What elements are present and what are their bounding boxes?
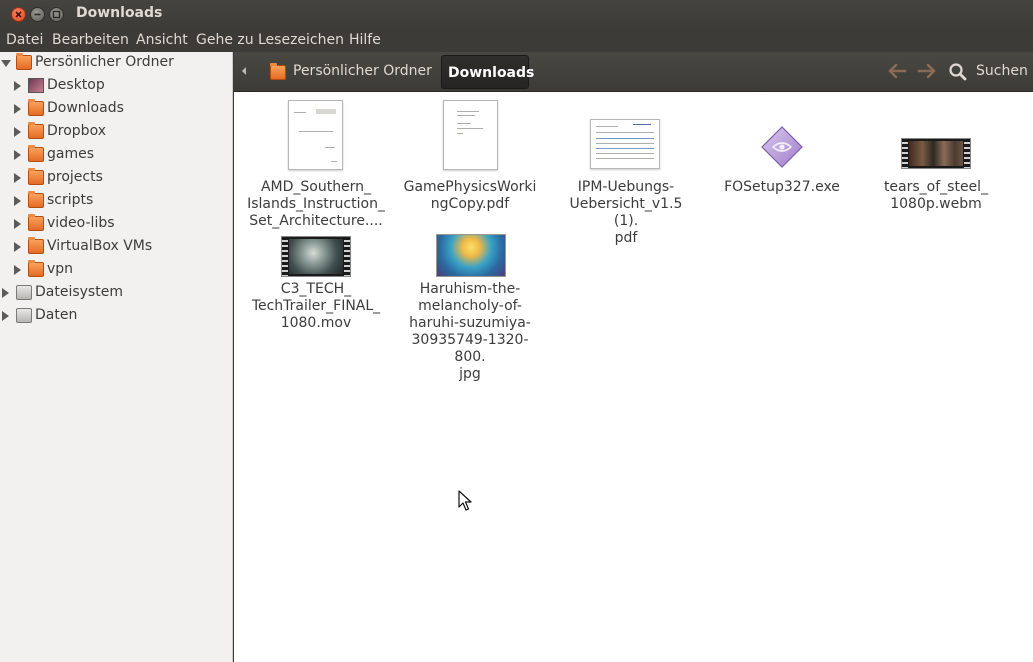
- video-thumbnail-icon: [281, 236, 351, 277]
- path-scroll-left-icon[interactable]: [242, 67, 246, 75]
- maximize-icon: [52, 10, 61, 19]
- folder-icon: [28, 122, 44, 139]
- sidebar-item-virtualbox-vms[interactable]: VirtualBox VMs: [0, 236, 232, 259]
- folder-icon: [28, 168, 44, 185]
- file-name: AMD_Southern_ Islands_Instruction_ Set_A…: [247, 179, 385, 229]
- file-name: IPM-Uebungs- Uebersicht_v1.5 (1). pdf: [569, 179, 683, 246]
- pdf-thumbnail-icon: [590, 119, 660, 169]
- home-folder-icon: [16, 53, 32, 70]
- file-name: GamePhysicsWorki ngCopy.pdf: [403, 179, 537, 212]
- drive-icon: [16, 285, 32, 300]
- sidebar-item-projects[interactable]: projects: [0, 167, 232, 190]
- breadcrumb-home-label: Persönlicher Ordner: [293, 63, 432, 79]
- sidebar-item-label: Dropbox: [47, 123, 106, 139]
- menu-lesezeichen[interactable]: Lesezeichen: [258, 32, 344, 48]
- sidebar-item-home[interactable]: Persönlicher Ordner: [0, 52, 232, 75]
- file-item[interactable]: tears_of_steel_ 1080p.webm: [866, 100, 1006, 212]
- sidebar-item-downloads[interactable]: Downloads: [0, 98, 232, 121]
- file-item[interactable]: IPM-Uebungs- Uebersicht_v1.5 (1). pdf: [556, 100, 696, 246]
- path-toolbar: Persönlicher Ordner Downloads Suchen: [234, 52, 1033, 92]
- menu-ansicht[interactable]: Ansicht: [136, 32, 188, 48]
- sidebar-item-dropbox[interactable]: Dropbox: [0, 121, 232, 144]
- file-item[interactable]: GamePhysicsWorki ngCopy.pdf: [400, 100, 540, 220]
- menu-datei[interactable]: Datei: [6, 32, 43, 48]
- executable-icon: [761, 126, 803, 168]
- video-thumbnail-icon: [901, 138, 971, 169]
- back-arrow-icon[interactable]: [886, 61, 908, 81]
- title-bar: Downloads: [0, 0, 1033, 29]
- expander-right-icon[interactable]: [2, 311, 9, 321]
- forward-arrow-icon[interactable]: [916, 61, 938, 81]
- expander-right-icon[interactable]: [14, 127, 21, 137]
- file-item[interactable]: Haruhism-the- melancholy-of- haruhi-suzu…: [400, 234, 540, 382]
- sidebar-item-scripts[interactable]: scripts: [0, 190, 232, 213]
- sidebar-item-label: Dateisystem: [35, 284, 123, 300]
- sidebar-item-dateisystem[interactable]: Dateisystem: [0, 282, 232, 305]
- folder-icon: [28, 214, 44, 231]
- pdf-thumbnail-icon: [443, 100, 498, 170]
- sidebar-item-desktop[interactable]: Desktop: [0, 75, 232, 98]
- window-title: Downloads: [76, 5, 163, 21]
- file-item[interactable]: FOSetup327.exe: [712, 100, 852, 200]
- file-item[interactable]: AMD_Southern_ Islands_Instruction_ Set_A…: [246, 100, 386, 229]
- folder-icon: [28, 237, 44, 254]
- sidebar-item-games[interactable]: games: [0, 144, 232, 167]
- sidebar-item-label: Downloads: [47, 100, 124, 116]
- expander-right-icon[interactable]: [14, 219, 21, 229]
- sidebar-item-label: video-libs: [47, 215, 115, 231]
- breadcrumb-current[interactable]: Downloads: [441, 55, 534, 89]
- expander-right-icon[interactable]: [2, 288, 9, 298]
- minimize-window-button[interactable]: [30, 7, 45, 22]
- menu-gehe-zu[interactable]: Gehe zu: [196, 32, 254, 48]
- desktop-icon: [28, 78, 44, 93]
- file-item[interactable]: C3_TECH_ TechTrailer_FINAL_ 1080.mov: [246, 234, 386, 344]
- folder-icon: [28, 145, 44, 162]
- file-name: C3_TECH_ TechTrailer_FINAL_ 1080.mov: [251, 281, 381, 331]
- sidebar-item-label: Daten: [35, 307, 78, 323]
- search-icon[interactable]: [948, 62, 968, 82]
- downloads-folder-icon: [28, 99, 44, 116]
- sidebar-item-label: games: [47, 146, 95, 162]
- close-icon: [15, 11, 22, 18]
- expander-right-icon[interactable]: [14, 81, 21, 91]
- menu-bar: Datei Bearbeiten Ansicht Gehe zu Lesezei…: [0, 29, 1033, 52]
- menu-bearbeiten[interactable]: Bearbeiten: [52, 32, 129, 48]
- image-thumbnail-icon: [436, 234, 506, 277]
- expander-right-icon[interactable]: [14, 150, 21, 160]
- file-name: tears_of_steel_ 1080p.webm: [883, 179, 989, 212]
- mouse-cursor-icon: [458, 490, 472, 511]
- folder-icon: [28, 260, 44, 277]
- expander-right-icon[interactable]: [14, 196, 21, 206]
- sidebar-item-label: Desktop: [47, 77, 105, 93]
- menu-hilfe[interactable]: Hilfe: [349, 32, 381, 48]
- search-button-label[interactable]: Suchen: [976, 63, 1028, 79]
- file-name: FOSetup327.exe: [724, 179, 840, 195]
- expander-right-icon[interactable]: [14, 265, 21, 275]
- expander-down-icon[interactable]: [1, 60, 11, 67]
- maximize-window-button[interactable]: [49, 7, 64, 22]
- sidebar-item-label: Persönlicher Ordner: [35, 54, 174, 70]
- sidebar-item-video-libs[interactable]: video-libs: [0, 213, 232, 236]
- expander-right-icon[interactable]: [14, 242, 21, 252]
- drive-icon: [16, 308, 32, 323]
- expander-right-icon[interactable]: [14, 104, 21, 114]
- file-name: Haruhism-the- melancholy-of- haruhi-suzu…: [409, 281, 531, 382]
- close-window-button[interactable]: [11, 7, 26, 22]
- sidebar-item-vpn[interactable]: vpn: [0, 259, 232, 282]
- sidebar-item-daten[interactable]: Daten: [0, 305, 232, 328]
- breadcrumb-current-label: Downloads: [448, 65, 535, 81]
- sidebar-item-label: scripts: [47, 192, 94, 208]
- sidebar: Persönlicher Ordner Desktop Downloads Dr…: [0, 52, 233, 662]
- sidebar-item-label: vpn: [47, 261, 74, 277]
- home-folder-icon: [270, 63, 286, 80]
- sidebar-item-label: projects: [47, 169, 103, 185]
- pdf-thumbnail-icon: [288, 100, 343, 170]
- folder-icon: [28, 191, 44, 208]
- expander-right-icon[interactable]: [14, 173, 21, 183]
- minimize-icon: [34, 13, 41, 16]
- file-view: AMD_Southern_ Islands_Instruction_ Set_A…: [234, 92, 1033, 662]
- sidebar-item-label: VirtualBox VMs: [47, 238, 153, 254]
